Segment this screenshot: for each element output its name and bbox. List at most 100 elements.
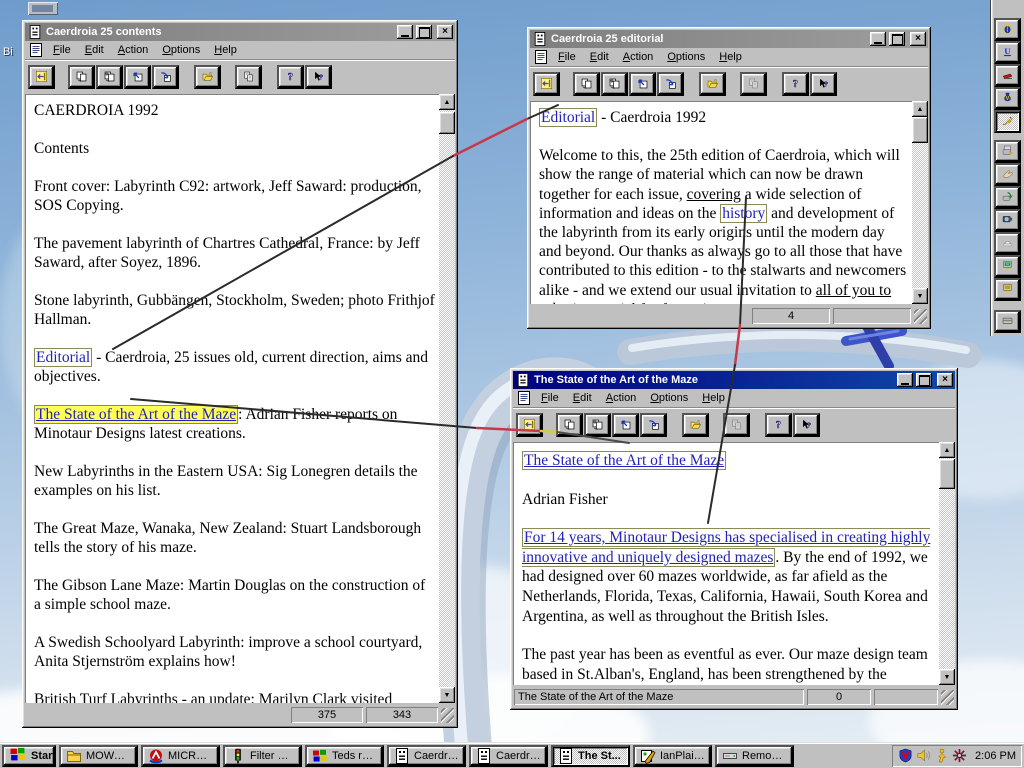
link-in-button[interactable] (657, 72, 684, 96)
link-out-button[interactable] (612, 413, 639, 437)
paste-pages-button[interactable] (96, 65, 123, 89)
lamp-button[interactable]: V (994, 87, 1021, 110)
page-lines-icon[interactable] (531, 49, 551, 65)
menu-action[interactable]: Action (599, 390, 644, 406)
scroll-thumb[interactable] (439, 112, 455, 134)
hypertext-link[interactable]: The State of the Art of the Maze (34, 405, 239, 424)
menu-help[interactable]: Help (712, 49, 749, 65)
start-button[interactable]: Start (2, 744, 56, 767)
maximize-button[interactable] (416, 25, 432, 39)
hypertext-link[interactable]: Editorial (539, 108, 598, 127)
resize-grip[interactable] (914, 308, 927, 324)
vertical-scrollbar[interactable]: ▲ ▼ (939, 442, 955, 685)
link-out-button[interactable] (124, 65, 151, 89)
menu-edit[interactable]: Edit (566, 390, 599, 406)
camera-button[interactable] (994, 209, 1021, 232)
menu-help[interactable]: Help (207, 42, 244, 58)
taskbar-button-moworks[interactable]: MOWorks (59, 744, 138, 767)
close-button[interactable]: × (437, 25, 453, 39)
titlebar[interactable]: The State of the Art of the Maze × (513, 371, 955, 389)
scroll-up-icon[interactable]: ▲ (912, 101, 928, 117)
paste-pages-button[interactable] (584, 413, 611, 437)
menu-options[interactable]: Options (155, 42, 207, 58)
copy-pages-button[interactable] (573, 72, 600, 96)
scroll-up-icon[interactable]: ▲ (439, 94, 455, 110)
help-button[interactable]: ? (782, 72, 809, 96)
context-help-button[interactable]: ? (793, 413, 820, 437)
copy-button[interactable] (740, 72, 767, 96)
help-button[interactable]: ? (277, 65, 304, 89)
terminal-green-button[interactable]: N (994, 255, 1021, 278)
exit-button[interactable] (516, 413, 543, 437)
minimize-button[interactable] (397, 25, 413, 39)
exit-button[interactable] (533, 72, 560, 96)
speaker-icon[interactable] (916, 748, 931, 763)
resize-grip[interactable] (941, 689, 954, 705)
vertical-scrollbar[interactable]: ▲ ▼ (439, 94, 455, 703)
close-button[interactable]: × (910, 32, 926, 46)
page-lines-icon[interactable] (514, 390, 534, 406)
scroll-down-icon[interactable]: ▼ (439, 687, 455, 703)
titlebar[interactable]: Caerdroia 25 editorial × (530, 30, 928, 48)
help-button[interactable]: ? (765, 413, 792, 437)
taskbar-button-caerdroia[interactable]: Caerdroia... (469, 744, 548, 767)
stapler-button[interactable] (994, 64, 1021, 87)
menu-action[interactable]: Action (111, 42, 156, 58)
link-out-button[interactable] (629, 72, 656, 96)
copy-button[interactable] (723, 413, 750, 437)
menu-action[interactable]: Action (616, 49, 661, 65)
desktop-icon-fragment[interactable] (28, 2, 58, 15)
taskbar-button-filter-man[interactable]: Filter Man... (223, 744, 302, 767)
menu-edit[interactable]: Edit (78, 42, 111, 58)
scroll-down-icon[interactable]: ▼ (912, 288, 928, 304)
terminal-yellow-button[interactable] (994, 278, 1021, 301)
open-folder-button[interactable] (194, 65, 221, 89)
taskbar-button-removab[interactable]: Removab... (715, 744, 794, 767)
taskbar-button-teds-ren[interactable]: Teds ren... (305, 744, 384, 767)
titlebar[interactable]: Caerdroia 25 contents × (25, 23, 455, 41)
maximize-button[interactable] (916, 373, 932, 387)
menu-options[interactable]: Options (660, 49, 712, 65)
u-underline-button[interactable]: U (994, 41, 1021, 64)
scroll-down-icon[interactable]: ▼ (939, 669, 955, 685)
page-lines-icon[interactable] (26, 42, 46, 58)
menu-file[interactable]: File (46, 42, 78, 58)
open-folder-button[interactable] (682, 413, 709, 437)
hand-button[interactable] (994, 163, 1021, 186)
open-folder-button[interactable] (699, 72, 726, 96)
menu-edit[interactable]: Edit (583, 49, 616, 65)
disk-export-button[interactable] (994, 140, 1021, 163)
taskbar-button-microc[interactable]: MICROC... (141, 744, 220, 767)
taskbar-button-caerdroia[interactable]: Caerdroia... (387, 744, 466, 767)
link-in-button[interactable] (152, 65, 179, 89)
close-button[interactable]: × (937, 373, 953, 387)
taskbar-button-ianplain[interactable]: IanPlain... (633, 744, 712, 767)
scroll-thumb[interactable] (912, 117, 928, 143)
hypertext-link[interactable]: Editorial (34, 348, 93, 367)
hypertext-link[interactable]: history (720, 203, 768, 223)
context-help-button[interactable]: ? (810, 72, 837, 96)
scroll-up-icon[interactable]: ▲ (939, 442, 955, 458)
copy-button[interactable] (235, 65, 262, 89)
resize-grip[interactable] (441, 707, 454, 723)
flower-icon[interactable] (952, 748, 967, 763)
scroll-thumb[interactable] (939, 459, 955, 489)
hypertext-link[interactable]: The State of the Art of the Maze (522, 451, 727, 470)
copy-pages-button[interactable] (556, 413, 583, 437)
beetle-button[interactable] (994, 18, 1021, 41)
desktop-icon-label[interactable]: Bi (3, 46, 13, 58)
menu-help[interactable]: Help (695, 390, 732, 406)
shield-icon[interactable] (898, 748, 913, 763)
person-icon[interactable] (934, 748, 949, 763)
menu-file[interactable]: File (534, 390, 566, 406)
wallet-button[interactable] (994, 310, 1021, 333)
hat-button[interactable] (994, 232, 1021, 255)
menu-file[interactable]: File (551, 49, 583, 65)
minimize-button[interactable] (897, 373, 913, 387)
taskbar-button-the-st[interactable]: The St... (551, 744, 630, 767)
exit-button[interactable] (28, 65, 55, 89)
menu-options[interactable]: Options (643, 390, 695, 406)
paste-pages-button[interactable] (601, 72, 628, 96)
plug-button[interactable] (994, 110, 1021, 133)
link-in-button[interactable] (640, 413, 667, 437)
